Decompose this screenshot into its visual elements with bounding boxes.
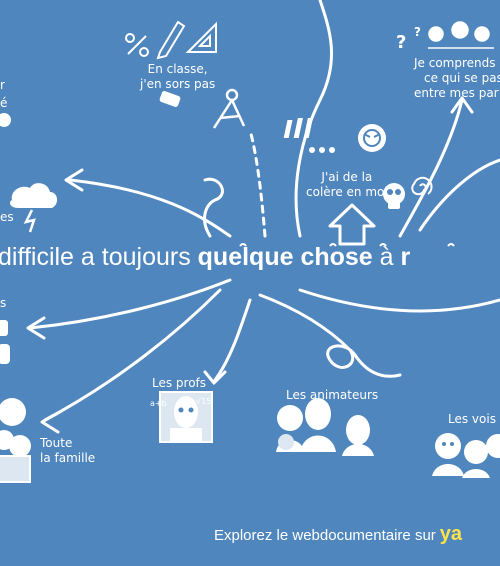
label-comprends-line1: Je comprends	[414, 56, 496, 70]
label-comprends-line2: ce qui se pas	[424, 71, 500, 85]
flow-line-bottom-right	[298, 288, 500, 313]
flow-line-left-lower	[28, 278, 232, 330]
ruler-triangle-icon	[185, 21, 217, 53]
headline-post: à	[379, 243, 394, 271]
label-edge-es: es	[0, 210, 14, 224]
flow-line-dashed	[248, 128, 267, 238]
label-classe-line2: j'en sors pas	[140, 77, 216, 91]
label-colere: J'ai de la colère en moi	[306, 170, 388, 200]
footer-cta[interactable]: Explorez le webdocumentaire sur ya	[214, 524, 462, 546]
exclamation-marks-icon	[283, 118, 335, 153]
compass-icon	[212, 88, 246, 129]
svg-text:?: ?	[396, 32, 406, 53]
label-animateurs: Les animateurs	[286, 388, 379, 402]
animators-figures-icon	[276, 398, 374, 456]
percent-icon	[125, 33, 149, 57]
flow-line-teachers	[213, 298, 252, 382]
headline: difficile a toujours quelque chose à r	[0, 242, 410, 272]
label-comprends-line3: entre mes par	[414, 86, 499, 100]
footer-text[interactable]: Explorez le webdocumentaire sur	[214, 527, 436, 544]
svg-text:a+b: a+b	[150, 399, 167, 408]
label-famille-line1: Toute	[40, 436, 73, 450]
svg-text:?: ?	[414, 25, 421, 39]
flow-line-right	[418, 158, 500, 232]
label-edge-r: r	[0, 78, 5, 92]
question-marks-icon: ? ?	[396, 25, 421, 53]
label-edge-e: é	[0, 96, 8, 110]
headline-bold: quelque chose	[197, 243, 373, 271]
pencil-icon	[156, 20, 186, 60]
storm-cloud-icon	[10, 183, 58, 233]
left-edge-figures-icon	[0, 113, 11, 364]
angry-face-icon	[358, 124, 386, 152]
label-classe: En classe, j'en sors pas	[140, 62, 215, 92]
neighbors-figures-icon	[432, 433, 500, 478]
label-voisins: Les vois	[448, 412, 496, 426]
label-classe-line1: En classe,	[147, 62, 208, 76]
headline-cut: r	[400, 243, 411, 271]
teacher-figure-icon: a+b √15	[150, 391, 213, 443]
arrow-head-bottom-left	[40, 410, 62, 434]
label-famille-line2: la famille	[40, 451, 96, 465]
label-edge-s: s	[0, 296, 7, 310]
family-figures-icon	[0, 398, 31, 483]
svg-text:√15: √15	[196, 397, 211, 406]
label-colere-line2: colère en moi	[306, 185, 388, 199]
headline-pre: difficile a toujours	[0, 243, 191, 271]
eraser-icon	[159, 91, 181, 107]
label-profs: Les profs	[152, 376, 207, 390]
label-comprends: Je comprends ce qui se pas entre mes par	[414, 56, 500, 101]
label-colere-line1: J'ai de la	[321, 170, 373, 184]
arrow-up-icon	[328, 203, 376, 246]
label-famille: Toute la famille	[40, 436, 95, 466]
storm-faces-icon	[428, 21, 494, 49]
footer-brand[interactable]: ya	[440, 523, 462, 545]
